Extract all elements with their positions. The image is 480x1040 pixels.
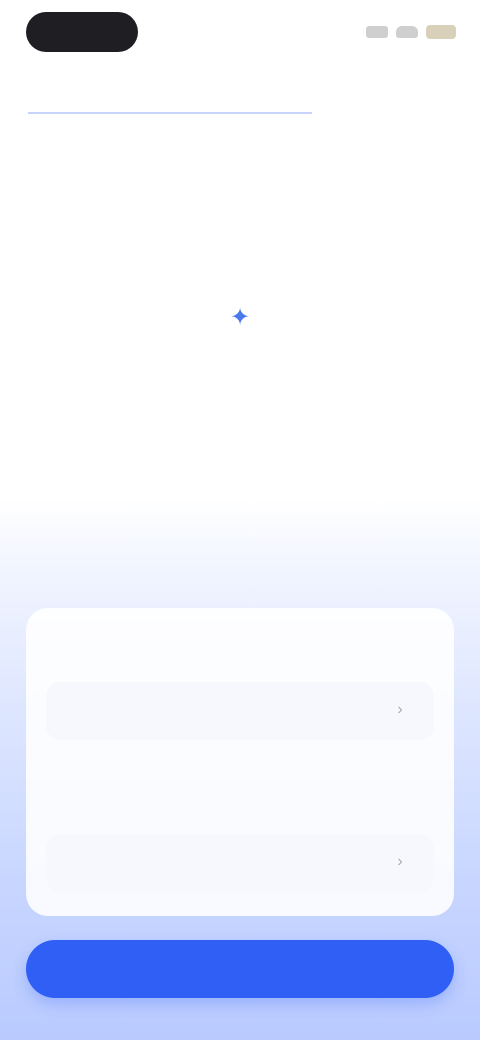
primary-button[interactable] (26, 940, 454, 998)
field2-select[interactable]: › (46, 834, 434, 892)
chevron-right-icon: › (397, 853, 403, 870)
sparkle-icon: ✦ (229, 304, 251, 331)
time-pill (26, 12, 138, 52)
battery-icon (426, 25, 456, 39)
signal-icon (366, 26, 388, 38)
status-bar (0, 0, 480, 64)
wifi-icon (396, 26, 418, 38)
chevron-right-icon: › (397, 701, 403, 718)
status-icons (366, 24, 456, 40)
form-card: › › (26, 608, 454, 916)
field1-select[interactable]: › (46, 682, 434, 740)
top-link-underline (28, 112, 312, 114)
